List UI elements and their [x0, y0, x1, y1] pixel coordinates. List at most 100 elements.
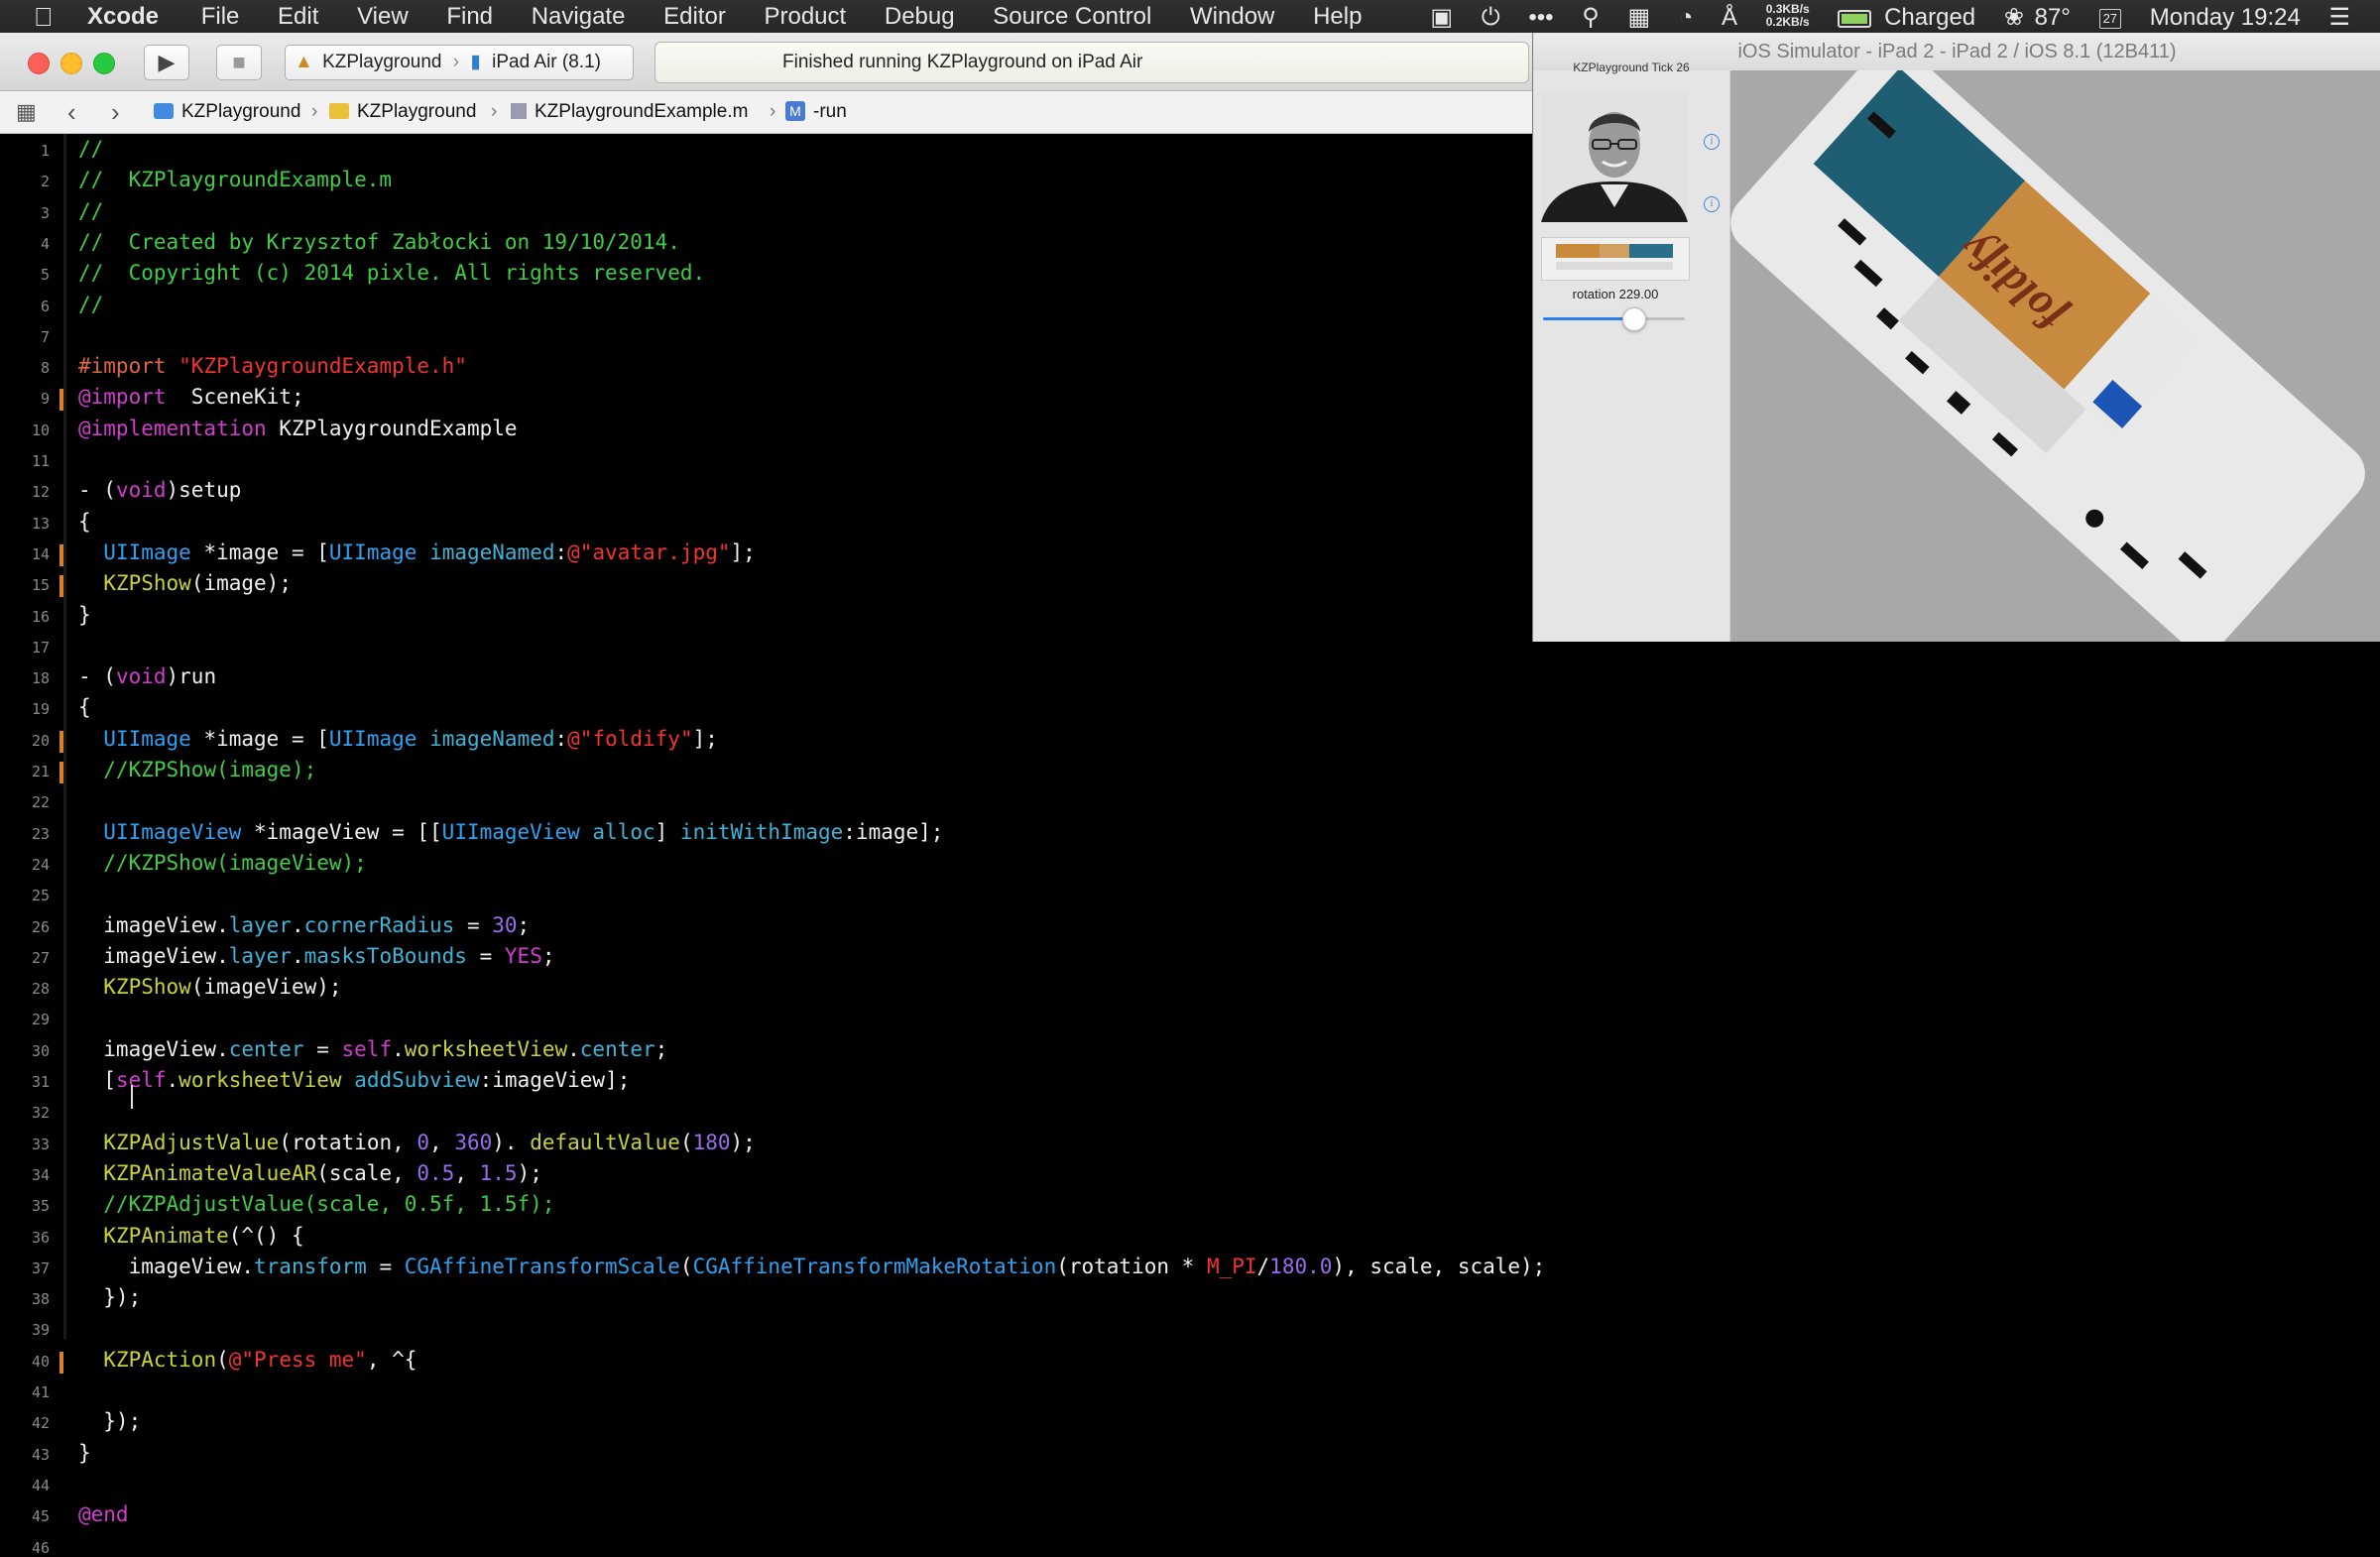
menu-debug[interactable]: Debug [885, 3, 955, 30]
menu-edit[interactable]: Edit [278, 3, 318, 30]
code-line[interactable]: UIImageView *imageView = [[UIImageView a… [78, 820, 943, 844]
code-line[interactable]: @end [78, 1502, 129, 1526]
close-window-button[interactable] [28, 53, 50, 74]
info-icon[interactable]: i [1704, 196, 1720, 212]
code-line[interactable]: //KZPShow(imageView); [78, 851, 367, 875]
code-token: (image); [190, 571, 292, 595]
code-line[interactable]: KZPShow(image); [78, 571, 292, 595]
stop-button[interactable]: ■ [216, 45, 262, 80]
avatar-image[interactable] [1541, 90, 1688, 222]
code-line[interactable]: KZPAction(@"Press me", ^{ [78, 1348, 416, 1372]
code-line[interactable]: KZPShow(imageView); [78, 975, 341, 999]
code-line[interactable]: KZPAdjustValue(rotation, 0, 360). defaul… [78, 1131, 756, 1154]
power-icon[interactable]: ⏻ [1482, 4, 1500, 31]
breadcrumb-group[interactable]: KZPlayground [329, 91, 476, 133]
menu-help[interactable]: Help [1313, 3, 1362, 30]
cpu-pie-icon[interactable]: ◔ [1679, 4, 1694, 31]
minimize-window-button[interactable] [60, 53, 82, 74]
code-line[interactable]: }); [78, 1409, 141, 1433]
ipad-icon: ▮ [470, 52, 481, 72]
info-icon[interactable]: i [1704, 134, 1720, 150]
code-line[interactable]: // [78, 293, 103, 316]
apple-menu-icon[interactable]:  [34, 2, 54, 33]
menu-view[interactable]: View [357, 3, 409, 30]
breadcrumb-project[interactable]: KZPlayground [154, 91, 300, 133]
scheme-name[interactable]: KZPlayground [322, 46, 441, 79]
battery-status[interactable]: Charged [1884, 4, 1975, 31]
run-button[interactable]: ▶ [144, 45, 189, 80]
code-line[interactable]: }); [78, 1285, 141, 1309]
code-token: imageNamed [429, 727, 555, 751]
more-icon[interactable]: ••• [1528, 4, 1553, 31]
scheme-selector[interactable]: ▲ KZPlayground › ▮ iPad Air (8.1) [285, 45, 634, 80]
battery-icon[interactable] [1838, 9, 1872, 28]
code-line[interactable]: } [78, 1441, 91, 1465]
spotlight-search-icon[interactable]: ⚲ [1582, 4, 1600, 31]
image-thumbnail[interactable] [1541, 237, 1690, 281]
menu-source-control[interactable]: Source Control [993, 3, 1151, 30]
forward-button[interactable]: › [111, 91, 120, 133]
code-line[interactable]: // [78, 199, 103, 223]
code-line[interactable]: imageView.transform = CGAffineTransformS… [78, 1255, 1546, 1278]
code-line[interactable]: //KZPAdjustValue(scale, 0.5f, 1.5f); [78, 1192, 554, 1216]
network-speed[interactable]: 0.3KB/s 0.2KB/s [1766, 3, 1810, 29]
menu-product[interactable]: Product [764, 3, 846, 30]
temperature[interactable]: 87° [2035, 4, 2071, 31]
breadcrumb-method[interactable]: M -run [785, 91, 847, 133]
code-line[interactable]: - (void)setup [78, 478, 241, 502]
code-line[interactable]: // Copyright (c) 2014 pixle. All rights … [78, 261, 705, 285]
code-line[interactable]: KZPAnimateValueAR(scale, 0.5, 1.5); [78, 1161, 542, 1185]
code-line[interactable]: - (void)run [78, 664, 216, 688]
menu-find[interactable]: Find [446, 3, 493, 30]
weather-icon[interactable]: ❀ [2004, 4, 2024, 31]
code-line[interactable]: @implementation KZPlaygroundExample [78, 417, 518, 440]
code-token: initWithImage [679, 820, 844, 844]
code-token: ( [679, 1131, 693, 1154]
code-line[interactable]: imageView.layer.masksToBounds = YES; [78, 944, 554, 968]
code-line[interactable]: UIImage *image = [UIImage imageNamed:@"f… [78, 727, 718, 751]
breadcrumb-file[interactable]: KZPlaygroundExample.m [511, 91, 748, 133]
code-line[interactable]: KZPAnimate(^() { [78, 1224, 303, 1248]
rotated-foldify-image[interactable]: foldify [1730, 70, 2380, 642]
menu-navigate[interactable]: Navigate [532, 3, 626, 30]
playground-sidebar: KZPlayground Tick 26 i i rotation 229.00 [1533, 60, 1730, 642]
code-line[interactable]: [self.worksheetView addSubview:imageView… [78, 1068, 630, 1092]
code-token: ). [492, 1131, 531, 1154]
code-line[interactable]: { [78, 510, 91, 534]
device-name[interactable]: iPad Air (8.1) [492, 46, 601, 79]
code-line[interactable]: } [78, 603, 91, 627]
menu-app-name[interactable]: Xcode [87, 3, 159, 30]
line-number: 39 [31, 1321, 50, 1339]
menu-file[interactable]: File [201, 3, 240, 30]
clock[interactable]: Monday 19:24 [2150, 4, 2301, 31]
sleep-icon[interactable]: Å [1722, 4, 1737, 31]
rotation-slider[interactable] [1543, 307, 1685, 331]
notification-center-icon[interactable]: ☰ [2328, 4, 2350, 31]
code-line[interactable]: { [78, 695, 91, 719]
camera-icon[interactable]: ▣ [1430, 4, 1453, 31]
code-line[interactable]: // [78, 137, 103, 161]
calendar-icon[interactable]: 27 [2098, 8, 2122, 29]
code-line[interactable]: // KZPlaygroundExample.m [78, 168, 392, 191]
code-token: UIImage [328, 540, 417, 564]
istat-icon[interactable]: ▦ [1627, 4, 1650, 31]
related-items-icon[interactable]: ▦ [16, 91, 37, 133]
zoom-window-button[interactable] [93, 53, 115, 74]
rotation-slider-knob[interactable] [1621, 307, 1646, 331]
rotation-label: rotation 229.00 [1572, 287, 1659, 301]
code-line[interactable]: //KZPShow(image); [78, 758, 316, 781]
breadcrumb-group-label: KZPlayground [357, 101, 477, 122]
menu-window[interactable]: Window [1190, 3, 1274, 30]
code-line[interactable]: imageView.center = self.worksheetView.ce… [78, 1037, 667, 1061]
code-line[interactable]: UIImage *image = [UIImage imageNamed:@"a… [78, 540, 756, 564]
line-number: 44 [31, 1477, 50, 1495]
menu-editor[interactable]: Editor [663, 3, 726, 30]
code-line[interactable]: imageView.layer.cornerRadius = 30; [78, 913, 530, 937]
code-line[interactable]: // Created by Krzysztof Zabłocki on 19/1… [78, 230, 680, 254]
code-token: imageView. [78, 1037, 229, 1061]
code-line[interactable]: #import "KZPlaygroundExample.h" [78, 354, 467, 378]
code-line[interactable]: @import SceneKit; [78, 385, 304, 409]
back-button[interactable]: ‹ [67, 91, 76, 133]
